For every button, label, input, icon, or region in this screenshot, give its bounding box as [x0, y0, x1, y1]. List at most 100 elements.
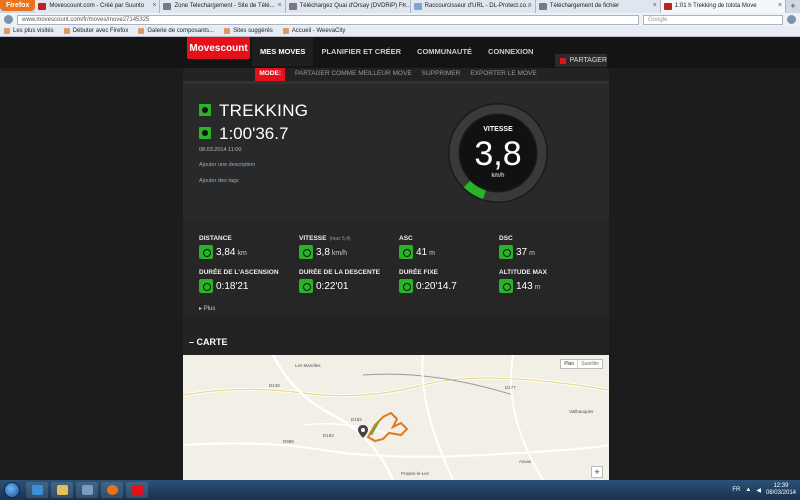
home-icon[interactable] [787, 15, 796, 24]
start-marker-icon[interactable] [358, 425, 368, 438]
bookmark-item[interactable]: Débuter avec Firefox [63, 28, 128, 34]
browser-tab[interactable]: Téléchargez Quai d'Orsay (DVDRiP) Fr... × [285, 0, 411, 13]
nav-mes-moves[interactable]: MES MOVES [252, 37, 314, 66]
close-icon[interactable]: × [528, 2, 532, 9]
start-button[interactable] [4, 482, 20, 498]
url-bar[interactable]: www.movescount.com/fr/moves/move27145325 [17, 14, 639, 25]
map-label: Vailhauquès [569, 409, 594, 414]
export-move-link[interactable]: EXPORTER LE MOVE [470, 68, 536, 81]
taskbar-app[interactable] [101, 482, 123, 498]
movescount-logo[interactable]: Movescount [187, 37, 250, 59]
add-description-link[interactable]: Ajouter une description [199, 162, 255, 168]
language-indicator[interactable]: FR [732, 487, 740, 493]
bookmark-icon [224, 28, 231, 34]
media-icon [81, 485, 93, 495]
site-favicon-icon [288, 3, 297, 10]
nav-planifier[interactable]: PLANIFIER ET CRÉER [313, 37, 409, 66]
stat-speed: VITESSE (max 5,4) 3,8 km/h [299, 235, 351, 259]
route-map[interactable]: Les Marelles D177 D140 D182 D183 Prades-… [183, 355, 609, 480]
map-label: D986 [283, 439, 294, 444]
search-input[interactable]: Google [643, 14, 783, 25]
bookmark-item[interactable]: Accueil - WeevaCity [282, 28, 345, 34]
stat-descent-time: DURÉE DE LA DESCENTE 0:22'01 [299, 269, 381, 293]
mode-button[interactable]: MODE: [255, 68, 285, 81]
close-icon[interactable]: × [653, 2, 657, 9]
stopwatch-icon [199, 127, 211, 139]
browser-tab[interactable]: Zone Telechargement - Site de Télé... × [160, 0, 286, 13]
nav-connexion[interactable]: CONNEXION [480, 37, 541, 66]
close-icon[interactable]: × [778, 2, 782, 9]
browser-tab[interactable]: Movescount.com - Créé par Suunto × [35, 0, 161, 13]
share-button[interactable]: PARTAGER [555, 54, 607, 67]
system-tray: FR ▲ ◀ 12:39 08/03/2014 [732, 483, 800, 497]
close-icon[interactable]: × [152, 2, 156, 9]
gauge-unit: km/h [491, 173, 505, 179]
movescount-favicon-icon [38, 3, 47, 10]
collapse-icon: – [189, 337, 197, 347]
page-background-right [609, 68, 800, 480]
new-tab-button[interactable]: + [786, 0, 800, 13]
move-duration: 1:00'36.7 [219, 124, 289, 143]
map-label: D182 [351, 417, 362, 422]
speed-icon [299, 245, 313, 259]
browser-tab-bar: Firefox Movescount.com - Créé par Suunto… [0, 0, 800, 13]
map-label: D177 [505, 385, 516, 390]
share-best-move-link[interactable]: PARTAGER COMME MEILLEUR MOVE [295, 68, 412, 81]
delete-link[interactable]: SUPPRIMER [422, 68, 461, 81]
firefox-icon [106, 485, 118, 495]
stat-ascent: ASC 41 m [399, 235, 435, 259]
movescount-favicon-icon [663, 3, 672, 10]
move-summary: TREKKING 1:00'36.7 08.03.2014 11:00 Ajou… [183, 81, 609, 219]
ascent-icon [399, 245, 413, 259]
move-date: 08.03.2014 11:00 [199, 147, 242, 153]
bookmark-item[interactable]: Les plus visités [4, 28, 54, 34]
ascent-time-icon [199, 279, 213, 293]
bookmark-item[interactable]: Sites suggérés [224, 28, 273, 34]
descent-time-icon [299, 279, 313, 293]
bookmark-item[interactable]: Galerie de composants... [138, 28, 214, 34]
firefox-menu-button[interactable]: Firefox [0, 0, 36, 11]
taskbar-app[interactable] [26, 482, 48, 498]
main-nav: MES MOVES PLANIFIER ET CRÉER COMMUNAUTÉ … [252, 37, 541, 66]
taskbar-app[interactable] [51, 482, 73, 498]
distance-icon [199, 245, 213, 259]
map-label: Assas [519, 459, 532, 464]
nav-communaute[interactable]: COMMUNAUTÉ [409, 37, 480, 66]
movescount-icon [131, 485, 143, 495]
map-label: D183 [323, 433, 334, 438]
browser-tab[interactable]: Téléchargement de fichier × [535, 0, 661, 13]
browser-tab[interactable]: Raccourcisseur d'URL - DL-Protect.co... × [410, 0, 536, 13]
windows-taskbar: FR ▲ ◀ 12:39 08/03/2014 [0, 480, 800, 500]
map-label: Les Marelles [295, 363, 321, 368]
more-stats-toggle[interactable]: ▸ Plus [199, 305, 215, 312]
zoom-in-button[interactable]: + [591, 466, 603, 478]
map-plan-button[interactable]: Plan [561, 360, 577, 368]
taskbar-app[interactable] [76, 482, 98, 498]
add-tags-link[interactable]: Ajouter des tags [199, 178, 239, 184]
map-section-header[interactable]: – CARTE [183, 330, 609, 354]
altitude-icon [499, 279, 513, 293]
map-type-toggle: Plan Satellite [560, 359, 603, 369]
stat-descent: DSC 37 m [499, 235, 535, 259]
taskbar-app[interactable] [126, 482, 148, 498]
map-satellite-button[interactable]: Satellite [577, 360, 602, 368]
close-icon[interactable]: × [277, 2, 281, 9]
back-icon[interactable] [4, 15, 13, 24]
gauge-value: 3,8 [474, 135, 522, 173]
map-canvas [183, 355, 609, 480]
page-background-left [0, 68, 183, 480]
network-icon[interactable]: ▲ [745, 487, 751, 493]
activity-title: TREKKING [219, 101, 309, 120]
descent-icon [499, 245, 513, 259]
browser-tab-active[interactable]: 1:01 h Trekking de tolsta Move × [660, 0, 786, 13]
move-actions-bar: MODE: PARTAGER COMME MEILLEUR MOVE SUPPR… [183, 68, 609, 81]
bookmark-icon [282, 28, 289, 34]
clock[interactable]: 12:39 08/03/2014 [766, 483, 796, 497]
close-icon[interactable]: × [403, 2, 407, 9]
stat-max-altitude: ALTITUDE MAX 143 m [499, 269, 547, 293]
share-icon [560, 57, 566, 64]
bookmark-icon [4, 28, 10, 34]
map-label: D140 [269, 383, 280, 388]
firefox-icon [63, 28, 70, 34]
volume-icon[interactable]: ◀ [756, 487, 761, 494]
